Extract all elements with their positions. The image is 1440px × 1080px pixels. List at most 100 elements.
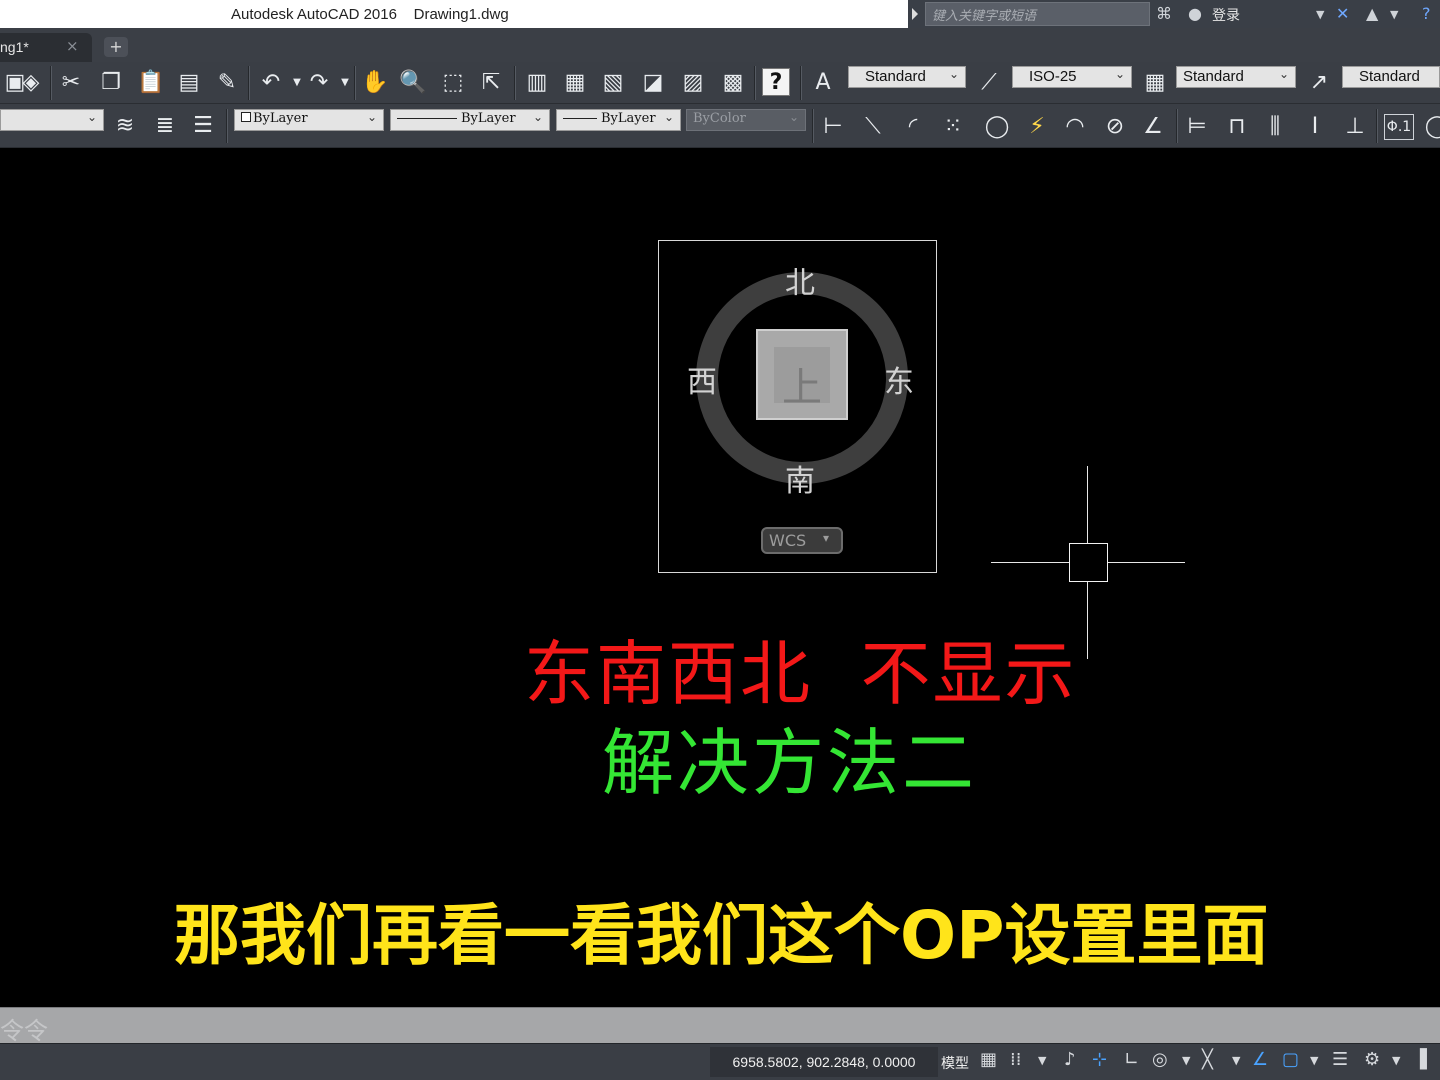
model-space-button[interactable]: 模型 xyxy=(941,1053,969,1073)
color-select[interactable]: ByLayer ⌄ xyxy=(234,109,384,131)
grid-icon[interactable]: ▦ xyxy=(980,1049,997,1070)
compass-west-label[interactable]: 西 xyxy=(687,357,717,401)
dimension-style-icon[interactable]: ⟋ xyxy=(974,68,1004,98)
toolbar-separator xyxy=(800,66,802,100)
3d-dwf-icon[interactable]: ◈ xyxy=(16,68,46,98)
binoculars-icon[interactable]: ⌘ xyxy=(1156,4,1172,23)
baseline-dimension-icon[interactable]: ⊨ xyxy=(1182,112,1212,142)
chevron-down-icon: ⌄ xyxy=(948,67,959,81)
document-tab-bar: ng1* × + xyxy=(0,28,1440,62)
text-style-icon[interactable]: A xyxy=(808,68,838,98)
tool-palettes-icon[interactable]: ▧ xyxy=(598,68,628,98)
settings-dropdown-icon[interactable]: ▼ xyxy=(1392,1054,1400,1067)
zoom-previous-icon[interactable]: ⇱ xyxy=(476,68,506,98)
customization-icon[interactable]: ▌ xyxy=(1420,1049,1434,1070)
object-snap-icon[interactable]: ▢ xyxy=(1282,1049,1299,1070)
design-center-icon[interactable]: ▦ xyxy=(560,68,590,98)
continue-dimension-icon[interactable]: ⊓ xyxy=(1222,112,1252,142)
document-tab[interactable]: ng1* × xyxy=(0,33,92,62)
new-tab-button[interactable]: + xyxy=(104,37,128,57)
autodesk-a360-icon[interactable]: ▲ xyxy=(1366,4,1378,23)
lineweight-display-icon[interactable]: ☰ xyxy=(1332,1049,1348,1070)
close-icon[interactable]: × xyxy=(66,37,79,55)
match-properties-icon[interactable]: ✎ xyxy=(212,68,242,98)
jogged-dimension-icon[interactable]: ⚡ xyxy=(1022,112,1052,142)
polar-tracking-icon[interactable]: ◎ xyxy=(1152,1049,1168,1070)
command-line[interactable]: 令令 xyxy=(0,1007,1440,1045)
window-title: Autodesk AutoCAD 2016 Drawing1.dwg xyxy=(231,6,509,23)
crosshair-pickbox xyxy=(1069,543,1108,582)
polar-dropdown-icon[interactable]: ▼ xyxy=(1182,1054,1190,1067)
zoom-window-icon[interactable]: ⬚ xyxy=(438,68,468,98)
dimension-break-icon[interactable]: Ⅰ xyxy=(1300,112,1330,142)
center-mark-icon[interactable]: ⊥ xyxy=(1340,112,1370,142)
color-value: ByLayer xyxy=(253,111,308,126)
snap-dropdown-icon[interactable]: ▼ xyxy=(1038,1054,1046,1067)
ordinate-dimension-icon[interactable]: ⁙ xyxy=(938,112,968,142)
help-button[interactable]: ? xyxy=(762,68,790,96)
isometric-drafting-icon[interactable]: ╳ xyxy=(1202,1049,1213,1070)
object-snap-tracking-icon[interactable]: ∠ xyxy=(1252,1049,1268,1070)
multileader-style-icon[interactable]: ↗ xyxy=(1304,68,1334,98)
a360-dropdown-icon[interactable]: ▼ xyxy=(1390,8,1398,21)
chevron-down-icon: ⌄ xyxy=(366,110,377,124)
copy-icon[interactable]: ❐ xyxy=(96,68,126,98)
linetype-select[interactable]: ByLayer ⌄ xyxy=(390,109,550,131)
multileader-style-select[interactable]: Standard xyxy=(1342,66,1440,88)
crosshair-horizontal-left xyxy=(991,562,1069,563)
dynamic-input-icon[interactable]: ⊹ xyxy=(1092,1049,1107,1070)
osnap-dropdown-icon[interactable]: ▼ xyxy=(1310,1054,1318,1067)
dimension-space-icon[interactable]: ⫼ xyxy=(1260,112,1290,142)
tolerance-button[interactable]: Φ.1 xyxy=(1384,114,1414,140)
make-current-layer-icon[interactable]: ≋ xyxy=(110,111,140,141)
markup-set-icon[interactable]: ▨ xyxy=(678,68,708,98)
text-style-select[interactable]: Standard ⌄ xyxy=(848,66,966,88)
lineweight-sample xyxy=(563,118,597,119)
ortho-mode-icon[interactable]: ∟ xyxy=(1124,1049,1139,1070)
quick-dimension-icon[interactable]: ∠ xyxy=(1138,112,1168,142)
angular-dimension-icon[interactable]: ⊘ xyxy=(1100,112,1130,142)
compass-east-label[interactable]: 东 xyxy=(884,357,914,401)
login-button[interactable]: 登录 xyxy=(1212,5,1240,25)
compass-north-label[interactable]: 北 xyxy=(785,258,815,302)
search-input[interactable]: 键入关键字或短语 xyxy=(925,2,1150,26)
ucs-menu-button[interactable]: WCS ▾ xyxy=(761,527,843,554)
user-icon[interactable]: ● xyxy=(1188,4,1202,23)
login-dropdown-icon[interactable]: ▼ xyxy=(1316,8,1324,21)
diameter-dimension-icon[interactable]: ◠ xyxy=(1060,112,1090,142)
cut-icon[interactable]: ✂ xyxy=(56,68,86,98)
layer-states-icon[interactable]: ☰ xyxy=(188,111,218,141)
lineweight-select[interactable]: ByLayer ⌄ xyxy=(556,109,681,131)
gear-icon[interactable]: ⚙ xyxy=(1364,1049,1380,1070)
linear-dimension-icon[interactable]: ⊢ xyxy=(818,112,848,142)
status-bar: 6958.5802, 902.2848, 0.0000 模型 ▦ ⁞⁞ ▼ ♪ … xyxy=(0,1043,1440,1080)
pan-icon[interactable]: ✋ xyxy=(360,68,390,98)
snap-mode-icon[interactable]: ⁞⁞ xyxy=(1010,1049,1021,1070)
table-style-icon[interactable]: ▦ xyxy=(1140,68,1170,98)
layer-previous-icon[interactable]: ≣ xyxy=(150,111,180,141)
radius-dimension-icon[interactable]: ◯ xyxy=(982,112,1012,142)
help-icon[interactable]: ? xyxy=(1422,4,1431,23)
dimension-style-select[interactable]: ISO-25 ⌄ xyxy=(1012,66,1132,88)
sheet-set-icon[interactable]: ◪ xyxy=(638,68,668,98)
layer-select[interactable]: ⌄ xyxy=(0,109,104,131)
paste-special-icon[interactable]: ▤ xyxy=(174,68,204,98)
isometric-dropdown-icon[interactable]: ▼ xyxy=(1232,1054,1240,1067)
plotstyle-select: ByColor ⌄ xyxy=(686,109,806,131)
chevron-down-icon: ⌄ xyxy=(788,110,799,124)
viewcube-top-face[interactable]: 上 xyxy=(756,329,848,420)
properties-icon[interactable]: ▥ xyxy=(522,68,552,98)
coordinates-readout[interactable]: 6958.5802, 902.2848, 0.0000 xyxy=(710,1047,938,1077)
arc-length-icon[interactable]: ◜ xyxy=(898,112,928,142)
linetype-value: ByLayer xyxy=(461,111,516,126)
aligned-dimension-icon[interactable]: ⟍ xyxy=(858,112,888,142)
paste-icon[interactable]: 📋 xyxy=(136,68,166,98)
compass-south-label[interactable]: 南 xyxy=(785,456,815,500)
search-expand-icon[interactable] xyxy=(912,8,918,20)
table-style-select[interactable]: Standard ⌄ xyxy=(1176,66,1296,88)
infer-constraints-icon[interactable]: ♪ xyxy=(1064,1049,1076,1070)
exchange-icon[interactable]: ✕ xyxy=(1336,4,1349,23)
calculator-icon[interactable]: ▩ xyxy=(718,68,748,98)
center-mark-circle-icon[interactable]: ◯ xyxy=(1422,112,1440,142)
zoom-realtime-icon[interactable]: 🔍 xyxy=(398,68,428,98)
